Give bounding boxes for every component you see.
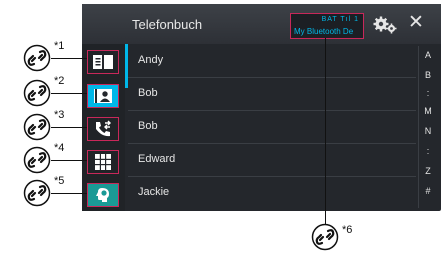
callout-label: *2 [54, 75, 65, 87]
link-icon [23, 79, 51, 107]
keypad-icon [95, 154, 111, 170]
sidebar [82, 44, 125, 211]
callout-label: *1 [54, 40, 65, 52]
leader-line [51, 160, 87, 161]
callout-label: *5 [54, 175, 65, 187]
list-item[interactable]: Bob [128, 77, 416, 111]
phone-icon [96, 120, 111, 137]
voice-recognition-icon [96, 188, 109, 202]
page-title: Telefonbuch [132, 17, 203, 32]
list-item[interactable]: Andy [128, 44, 416, 78]
contact-card-icon [94, 89, 112, 103]
leader-line [325, 38, 326, 224]
list-item[interactable]: Jackie [128, 176, 416, 209]
sidebar-button-call-history-3[interactable] [87, 117, 119, 141]
leader-line [51, 93, 87, 94]
header-bar: Telefonbuch BAT Tıl 1 My Bluetooth De ✕ [82, 4, 441, 44]
index-letter[interactable]: Z [419, 166, 437, 176]
leader-line [51, 127, 87, 128]
index-letter[interactable]: # [419, 186, 437, 196]
status-icons: BAT Tıl 1 [321, 16, 359, 23]
link-icon [23, 146, 51, 174]
index-letter[interactable]: N [419, 126, 437, 136]
leader-line [51, 58, 87, 59]
contact-list: Andy Bob Bob Edward Jackie [128, 44, 416, 211]
link-icon [23, 44, 51, 72]
index-letter[interactable]: B [419, 70, 437, 80]
phonebook-screen: Telefonbuch BAT Tıl 1 My Bluetooth De ✕ [82, 4, 441, 211]
index-letter[interactable]: M [419, 106, 437, 116]
index-letter: : [426, 146, 430, 156]
index-letter[interactable]: A [419, 50, 437, 60]
close-icon[interactable]: ✕ [408, 13, 424, 33]
alphabet-index[interactable]: A B : M N : Z # [418, 46, 437, 208]
leader-line [51, 193, 87, 194]
callout-label: *3 [54, 109, 65, 121]
contact-name: Bob [138, 87, 158, 99]
contact-name: Edward [138, 153, 176, 165]
link-icon [311, 223, 339, 251]
list-item[interactable]: Bob [128, 110, 416, 144]
list-item[interactable]: Edward [128, 143, 416, 177]
link-icon [23, 113, 51, 141]
contact-name: Bob [138, 120, 158, 132]
contact-name: Jackie [138, 186, 170, 198]
callout-label: *6 [342, 224, 353, 236]
sidebar-button-phonebook-1[interactable] [87, 50, 119, 74]
sidebar-button-keypad-4[interactable] [87, 150, 119, 174]
link-icon [23, 179, 51, 207]
index-letter: : [426, 88, 430, 98]
contact-name: Andy [138, 54, 164, 66]
bluetooth-device-indicator[interactable]: BAT Tıl 1 My Bluetooth De [290, 13, 364, 39]
book-icon [93, 55, 113, 69]
sidebar-button-voice-5[interactable] [87, 183, 119, 207]
callout-label: *4 [54, 142, 65, 154]
settings-icon[interactable] [372, 16, 398, 34]
sidebar-button-contacts-2[interactable] [87, 84, 119, 108]
device-name: My Bluetooth De [294, 27, 354, 36]
